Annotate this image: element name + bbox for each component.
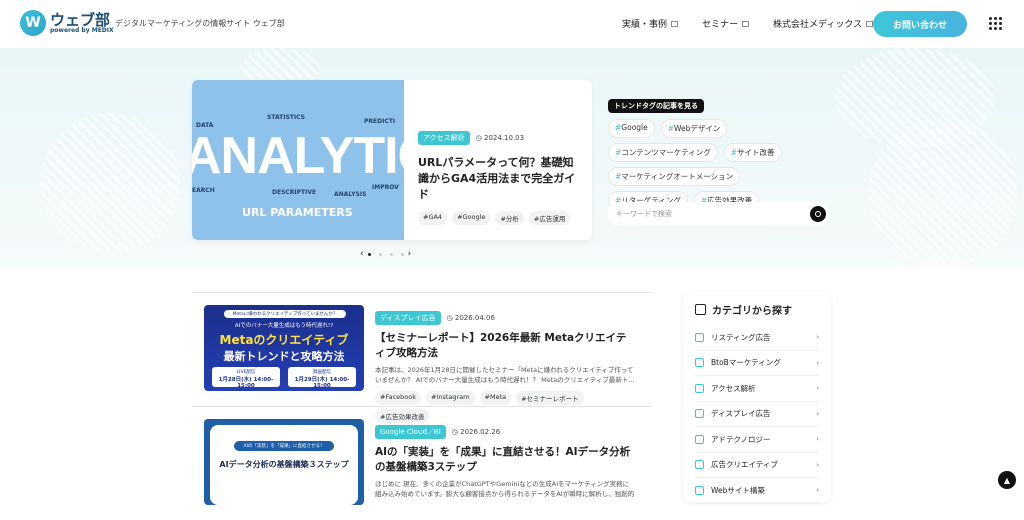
display-icon xyxy=(695,409,704,419)
contact-button[interactable]: お問い合わせ xyxy=(873,11,967,37)
article-list: Metaに嫌われるクリエイティブ作っていませんか？ AIでのバナー大量生成はもう… xyxy=(192,292,652,520)
article-title[interactable]: AIの「実装」を「成果」に直結させる！AIデータ分析の基盤構築3ステップ xyxy=(375,445,635,475)
nav: 実績・事例 セミナー 株式会社メディックス xyxy=(622,17,874,30)
category-item[interactable]: BtoBマーケティング › xyxy=(695,351,819,376)
post-date: ◷ 2024.10.03 xyxy=(475,134,525,142)
category-item[interactable]: アドテクノロジー › xyxy=(695,427,819,453)
chevron-right-icon: › xyxy=(816,486,819,495)
article-thumbnail: AIの「実装」を「成果」に直結させる！ AIデータ分析の基盤構築３ステップ xyxy=(204,419,364,505)
search-placeholder: キーワードで検索 xyxy=(616,210,672,218)
chart-icon xyxy=(695,383,704,393)
slider-dot[interactable] xyxy=(389,252,393,256)
trend-tag[interactable]: #Google xyxy=(608,119,655,138)
tag[interactable]: #Google xyxy=(452,211,491,225)
tag[interactable]: #Meta xyxy=(479,391,512,405)
featured-card[interactable]: STATISTICS DATA PREDICTI ANALYTICS DESCR… xyxy=(192,80,592,240)
article-title[interactable]: 【セミナーレポート】2026年最新 Metaクリエイティブ攻略方法 xyxy=(375,331,635,361)
gear-icon xyxy=(695,485,704,495)
post-date: ◷ 2026.02.26 xyxy=(451,428,501,436)
category-item[interactable]: Webサイト構築 › xyxy=(695,478,819,504)
category-badge[interactable]: Google Cloud／BI xyxy=(375,425,446,439)
article-excerpt: はじめに 現在、多くの企業がChatGPTやGeminiなどの生成AIをマーケテ… xyxy=(375,480,635,498)
category-item[interactable]: ディスプレイ広告 › xyxy=(695,402,819,427)
logo[interactable]: W ウェブ部 powered by MEDIX xyxy=(20,10,114,36)
tag[interactable]: #GA4 xyxy=(418,211,448,225)
tag[interactable]: #セミナーレポート xyxy=(516,391,584,405)
flask-icon xyxy=(695,434,704,444)
featured-image: STATISTICS DATA PREDICTI ANALYTICS DESCR… xyxy=(192,80,404,240)
external-link-icon xyxy=(742,20,750,27)
chevron-right-icon: › xyxy=(816,358,819,367)
tag[interactable]: #Instagram xyxy=(426,391,475,405)
category-heading: カテゴリから探す xyxy=(695,302,819,317)
chevron-right-icon: › xyxy=(816,409,819,418)
list-icon xyxy=(695,304,706,315)
category-item[interactable]: 広告クリエイティブ › xyxy=(695,453,819,478)
menu-grid-icon[interactable] xyxy=(989,17,1002,30)
nav-item-works[interactable]: 実績・事例 xyxy=(622,17,679,30)
category-item[interactable]: リスティング広告 › xyxy=(695,325,819,351)
slider-next-button[interactable]: › xyxy=(408,249,412,259)
search-input[interactable]: キーワードで検索 xyxy=(608,202,830,226)
logo-name: ウェブ部 xyxy=(50,10,111,29)
chevron-right-icon: › xyxy=(816,333,819,342)
trend-tag[interactable]: #マーケティングオートメーション xyxy=(608,167,741,186)
tag[interactable]: #Facebook xyxy=(375,391,421,405)
trend-tags: トレンドタグの記事を見る #Google #Webデザイン #コンテンツマーケテ… xyxy=(608,93,830,215)
logo-sub: powered by MEDIX xyxy=(50,26,114,34)
trend-tag[interactable]: #コンテンツマーケティング xyxy=(608,143,718,162)
trend-tag[interactable]: #サイト改善 xyxy=(723,143,782,162)
tag-list: #GA4 #Google #分析 #広告運用 xyxy=(418,211,584,229)
search-icon[interactable] xyxy=(810,206,826,222)
slider-dot[interactable] xyxy=(378,252,382,256)
tag[interactable]: #広告運用 xyxy=(528,211,571,225)
category-sidebar: カテゴリから探す リスティング広告 › BtoBマーケティング › アクセス解析 › … xyxy=(683,292,831,504)
slider-dot[interactable] xyxy=(400,252,404,256)
tagline: デジタルマーケティングの情報サイト ウェブ部 xyxy=(115,19,285,28)
list-item[interactable]: AIの「実装」を「成果」に直結させる！ AIデータ分析の基盤構築３ステップ Go… xyxy=(192,406,652,520)
tag[interactable]: #分析 xyxy=(495,211,524,225)
decor-circle xyxy=(868,118,1018,268)
trend-heading: トレンドタグの記事を見る xyxy=(608,99,704,113)
nav-item-seminar[interactable]: セミナー xyxy=(702,17,750,30)
list-item[interactable]: Metaに嫌われるクリエイティブ作っていませんか？ AIでのバナー大量生成はもう… xyxy=(192,292,652,423)
category-item[interactable]: アクセス解析 › xyxy=(695,376,819,402)
slider-dot[interactable] xyxy=(367,252,371,256)
slider-pagination: ‹ › xyxy=(360,249,411,259)
logo-mark-icon: W xyxy=(20,10,46,36)
article-excerpt: 本記事は、2026年1月28日に開催したセミナー「Metaに嫌われるクリエイティ… xyxy=(375,366,635,384)
trend-tag[interactable]: #Webデザイン xyxy=(660,119,728,138)
category-badge[interactable]: ディスプレイ広告 xyxy=(375,311,441,325)
external-link-icon xyxy=(671,20,679,27)
category-badge[interactable]: アクセス解析 xyxy=(418,131,470,145)
decor-circle xyxy=(40,113,180,253)
featured-title[interactable]: URLパラメータって何？基礎知識からGA4活用法まで完全ガイド xyxy=(418,155,584,203)
header: W ウェブ部 powered by MEDIX デジタルマーケティングの情報サイ… xyxy=(0,0,1024,48)
brush-icon xyxy=(695,460,704,470)
post-date: ◷ 2026.04.06 xyxy=(446,314,495,322)
monitor-icon xyxy=(695,332,704,342)
building-icon xyxy=(695,358,704,368)
article-thumbnail: Metaに嫌われるクリエイティブ作っていませんか？ AIでのバナー大量生成はもう… xyxy=(204,305,364,391)
slider-prev-button[interactable]: ‹ xyxy=(360,249,364,259)
chevron-right-icon: › xyxy=(816,460,819,469)
scroll-top-button[interactable]: ▲ xyxy=(998,471,1016,489)
chevron-right-icon: › xyxy=(816,384,819,393)
nav-item-company[interactable]: 株式会社メディックス xyxy=(773,17,874,30)
chevron-right-icon: › xyxy=(816,435,819,444)
